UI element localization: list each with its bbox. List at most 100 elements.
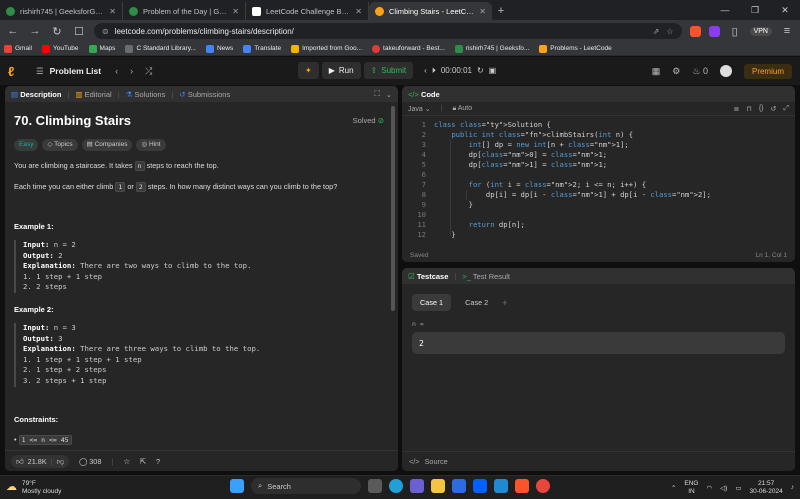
close-icon[interactable]: ✕ xyxy=(109,7,116,16)
bookmark-translate[interactable]: Translate xyxy=(243,44,281,53)
windows-start-icon[interactable] xyxy=(230,479,244,493)
browser-tab-climbing-stairs[interactable]: Climbing Stairs - LeetCode ✕ xyxy=(369,2,492,20)
description-scrollbar[interactable] xyxy=(391,106,395,311)
run-button[interactable]: ▶ Run xyxy=(321,62,361,79)
brave-icon[interactable] xyxy=(515,479,529,493)
timer[interactable]: ‹ ⏵ 00:00:01 ↻ ▣ xyxy=(424,66,496,76)
site-info-icon[interactable]: ⊜ xyxy=(102,27,109,36)
timer-reset-icon[interactable]: ↻ xyxy=(477,66,484,75)
mail-icon[interactable] xyxy=(410,479,424,493)
tab-code[interactable]: </> Code xyxy=(408,90,440,99)
companies-tag[interactable]: ▤ Companies xyxy=(81,138,133,152)
taskbar-search[interactable]: ⌕ Search xyxy=(251,478,361,494)
notes-icon[interactable]: ▣ xyxy=(489,66,497,75)
share-link-icon[interactable]: ⇱ xyxy=(140,457,146,466)
tab-submissions[interactable]: ↺ Submissions xyxy=(179,90,230,99)
shuffle-icon[interactable]: ⤮ xyxy=(145,66,152,77)
tab-solutions[interactable]: ⚗ Solutions xyxy=(126,90,166,99)
reset-icon[interactable]: ↺ xyxy=(771,105,777,113)
file-explorer-icon[interactable] xyxy=(368,479,382,493)
bookmark-youtube[interactable]: YouTube xyxy=(41,44,79,53)
browser-tab-leetcode-challenge[interactable]: LeetCode Challenge Begins! ✕ xyxy=(246,2,369,20)
topics-tag[interactable]: ◇ Topics xyxy=(42,138,78,152)
bookmark-gfg-profile[interactable]: rishirh745 | Geeksfo... xyxy=(454,44,529,53)
avatar[interactable] xyxy=(719,65,732,77)
testcase-input[interactable]: 2 xyxy=(412,332,785,354)
maximize-icon[interactable]: ❐ xyxy=(740,5,770,16)
close-icon[interactable]: ✕ xyxy=(355,7,362,16)
minimize-icon[interactable]: — xyxy=(710,5,740,15)
settings-gear-icon[interactable]: ⚙ xyxy=(672,66,680,77)
case-1-tab[interactable]: Case 1 xyxy=(412,294,452,311)
reload-icon[interactable]: ↻ xyxy=(50,25,64,38)
tab-test-result[interactable]: >_ Test Result xyxy=(462,272,510,281)
bookmark-leetcode-problems[interactable]: Problems - LeetCode xyxy=(539,44,612,53)
back-icon[interactable]: ← xyxy=(6,25,20,37)
volume-icon[interactable]: ◁) xyxy=(720,484,727,492)
tab-editorial[interactable]: ▥ Editorial xyxy=(75,90,111,99)
edge-icon[interactable] xyxy=(389,479,403,493)
bookmark-gmail[interactable]: Gmail xyxy=(4,44,32,53)
clock[interactable]: 21:57 30-06-2024 xyxy=(750,480,783,495)
language-indicator[interactable]: ENG IN xyxy=(684,480,698,495)
store-icon[interactable] xyxy=(452,479,466,493)
case-2-tab[interactable]: Case 2 xyxy=(457,294,496,311)
source-button[interactable]: </> Source xyxy=(402,451,795,471)
problem-list-button[interactable]: ☰ Problem List xyxy=(36,66,101,77)
leetcode-logo-icon[interactable]: ℓ xyxy=(8,64,28,79)
timer-play-icon[interactable]: ⏵ xyxy=(432,66,436,76)
timer-back-icon[interactable]: ‹ xyxy=(424,66,427,75)
language-select[interactable]: Java ⌄ xyxy=(408,105,431,113)
autocomplete-toggle[interactable]: 🔒︎ Auto xyxy=(452,105,472,113)
star-icon[interactable]: ☆ xyxy=(666,27,673,36)
sidebar-icon[interactable]: ▯ xyxy=(728,25,742,38)
format-icon[interactable]: ≣ xyxy=(733,105,739,113)
bookmark-icon[interactable]: ☐ xyxy=(72,25,86,38)
url-field[interactable]: ⊜ leetcode.com/problems/climbing-stairs/… xyxy=(94,23,682,39)
expand-icon[interactable]: ⤢ xyxy=(783,105,789,113)
hint-tag[interactable]: ◎ Hint xyxy=(136,138,166,152)
close-window-icon[interactable]: ✕ xyxy=(770,5,800,16)
prev-problem-icon[interactable]: ‹ xyxy=(115,66,118,77)
streak-counter[interactable]: ♨ 0 xyxy=(692,66,708,77)
debug-button[interactable]: ✦ xyxy=(298,62,319,79)
battery-icon[interactable]: ▭ xyxy=(735,484,741,492)
like-button[interactable]: 👍︎ 21.8K | 👎︎ xyxy=(11,454,70,468)
difficulty-badge[interactable]: Easy xyxy=(14,138,39,152)
bookmark-imported[interactable]: Imported from Goo... xyxy=(291,44,362,53)
share-icon[interactable]: ⇗ xyxy=(653,27,660,36)
favorite-star-icon[interactable]: ☆ xyxy=(123,457,130,466)
help-icon[interactable]: ? xyxy=(156,457,160,466)
browser-tab-gfg-profile[interactable]: rishirh745 | GeeksforGeeks Profile ✕ xyxy=(0,2,123,20)
bookmark-c-standard-library[interactable]: C Standard Library... xyxy=(125,44,196,53)
vscode-icon[interactable] xyxy=(494,479,508,493)
submit-button[interactable]: ⇪ Submit xyxy=(363,62,414,79)
forward-icon[interactable]: → xyxy=(28,25,42,37)
folder-icon[interactable] xyxy=(431,479,445,493)
notification-bell-icon[interactable]: ♪ xyxy=(791,484,794,491)
dropbox-icon[interactable] xyxy=(473,479,487,493)
brave-rewards-icon[interactable] xyxy=(708,25,720,37)
tab-description[interactable]: ▤ Description xyxy=(11,90,61,99)
thumbs-down-icon[interactable]: 👎︎ xyxy=(57,457,64,466)
menu-icon[interactable]: ≡ xyxy=(780,25,794,37)
bookmark-takeuforward[interactable]: takeuforward - Best... xyxy=(372,44,445,53)
next-problem-icon[interactable]: › xyxy=(130,66,133,77)
bookmark-code-icon[interactable]: ⊓ xyxy=(746,105,751,113)
tab-testcase[interactable]: ☑ Testcase xyxy=(408,272,448,281)
bookmark-maps[interactable]: Maps xyxy=(88,44,115,53)
close-icon[interactable]: ✕ xyxy=(479,7,486,16)
bookmark-news[interactable]: News xyxy=(205,44,233,53)
tray-chevron-icon[interactable]: ⌃ xyxy=(671,484,676,492)
collapse-icon[interactable]: ⌄ xyxy=(386,90,392,99)
wifi-icon[interactable]: ◠ xyxy=(707,484,713,492)
vpn-button[interactable]: VPN xyxy=(749,26,772,36)
weather-widget[interactable]: ☁ 79°F Mostly cloudy xyxy=(6,480,61,495)
premium-button[interactable]: Premium xyxy=(743,63,792,79)
comments-button[interactable]: ◯ 308 xyxy=(79,457,101,466)
fullscreen-icon[interactable]: ⛶ xyxy=(374,89,379,99)
layout-icon[interactable]: ▦ xyxy=(652,66,661,77)
close-icon[interactable]: ✕ xyxy=(232,7,239,16)
browser-tab-gfg-potd[interactable]: Problem of the Day | GeeksforGeeks ✕ xyxy=(123,2,246,20)
add-case-icon[interactable]: + xyxy=(502,298,507,308)
